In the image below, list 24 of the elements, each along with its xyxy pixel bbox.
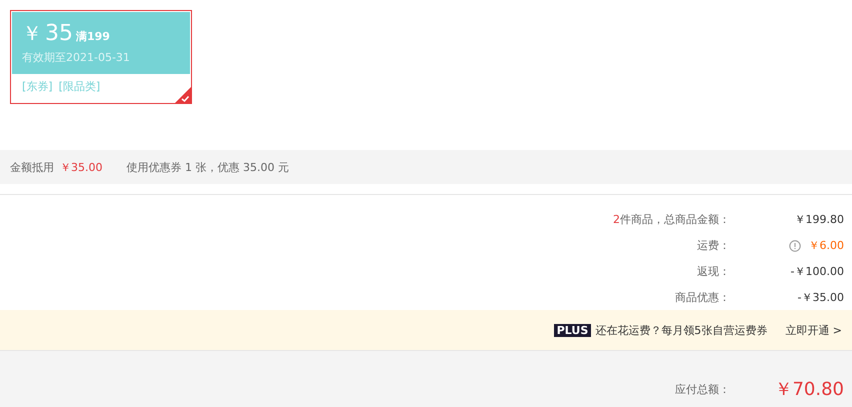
plus-promo-text: 还在花运费？每月领5张自营运费券 <box>595 322 768 338</box>
activate-link[interactable]: 立即开通 > <box>785 322 842 338</box>
summary-label: 商品优惠： <box>675 290 730 305</box>
deduction-amount: ￥35.00 <box>60 160 102 174</box>
deduction-note: 使用优惠券 1 张，优惠 35.00 元 <box>126 160 289 174</box>
summary-value: ￥199.80 <box>794 212 844 227</box>
coupon-tag: [限品类] <box>58 79 100 94</box>
summary-value: -￥100.00 <box>790 264 844 279</box>
summary-label: 运费： <box>697 238 730 253</box>
info-icon[interactable] <box>788 240 800 252</box>
currency-symbol: ￥ <box>22 20 42 47</box>
summary-label: 返现： <box>697 264 730 279</box>
summary-value: -￥35.00 <box>798 290 844 305</box>
coupon-validity: 有效期至2021-05-31 <box>22 50 131 65</box>
total-amount: ￥70.80 <box>773 378 844 401</box>
selected-check-icon <box>175 87 191 103</box>
coupon-condition: 满199 <box>76 29 110 44</box>
deduction-label: 金额抵用 <box>10 160 54 174</box>
summary-value: ￥6.00 <box>808 238 844 253</box>
summary-label: 2件商品，总商品金额： <box>613 212 730 227</box>
coupon-tag: [东券] <box>22 79 53 94</box>
total-label: 应付总额： <box>675 382 730 397</box>
plus-badge: PLUS <box>554 324 592 336</box>
coupon-amount: 35 <box>45 21 73 46</box>
